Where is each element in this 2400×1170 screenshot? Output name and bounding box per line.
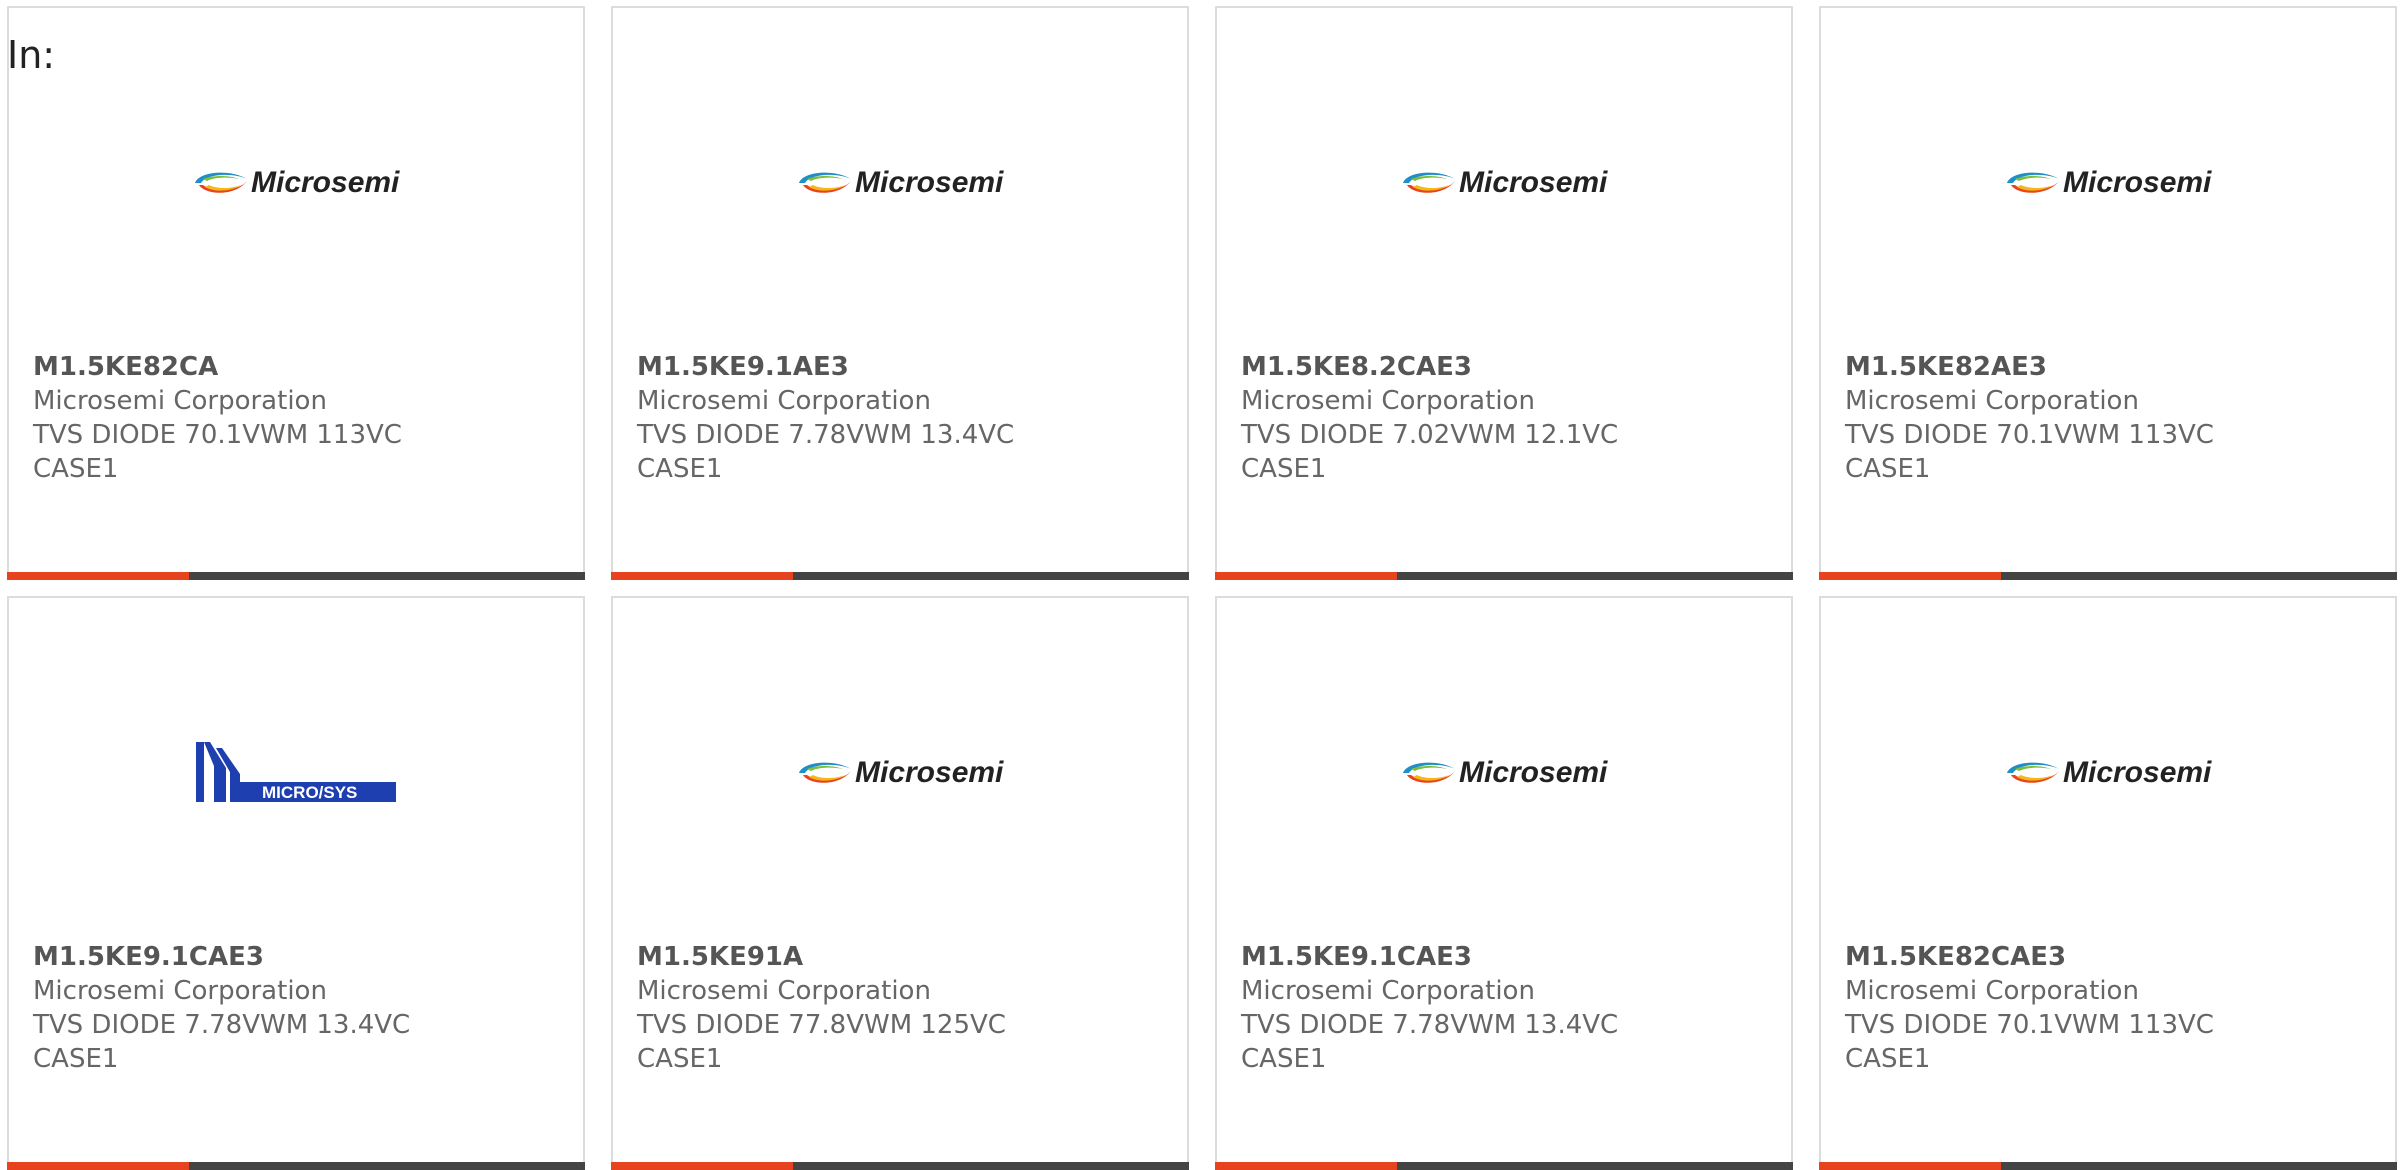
product-info: M1.5KE8.2CAE3 Microsemi Corporation TVS … [1241, 350, 1618, 486]
card-accent-bar [1215, 572, 1397, 580]
manufacturer-name: Microsemi Corporation [1845, 976, 2139, 1006]
product-card[interactable]: Microsemi M1.5KE82CA Microsemi Corporati… [7, 6, 585, 580]
card-accent-bar [7, 1162, 189, 1170]
part-number[interactable]: M1.5KE9.1CAE3 [33, 940, 410, 974]
card-footer-bar [1819, 1162, 2397, 1170]
product-card[interactable]: Microsemi M1.5KE9.1AE3 Microsemi Corpora… [611, 6, 1189, 580]
card-footer-bar [611, 572, 1189, 580]
svg-text:Microsemi: Microsemi [1459, 166, 1608, 199]
card-footer-bar [1215, 1162, 1793, 1170]
card-accent-bar [1819, 572, 2001, 580]
product-description: TVS DIODE 7.78VWM 13.4VC [1241, 1010, 1619, 1040]
manufacturer-name: Microsemi Corporation [33, 386, 327, 416]
card-footer-bar [7, 572, 585, 580]
product-info: M1.5KE9.1CAE3 Microsemi Corporation TVS … [1241, 940, 1618, 1076]
manufacturer-logo: Microsemi [613, 738, 1187, 808]
card-footer-bar [611, 1162, 1189, 1170]
product-info: M1.5KE91A Microsemi Corporation TVS DIOD… [637, 940, 1006, 1076]
card-accent-bar [1819, 1162, 2001, 1170]
microsemi-swirl-logo: Microsemi [1403, 166, 1608, 199]
part-number[interactable]: M1.5KE8.2CAE3 [1241, 350, 1618, 384]
product-info: M1.5KE82CA Microsemi Corporation TVS DIO… [33, 350, 402, 486]
microsemi-swirl-logo: Microsemi [2007, 166, 2212, 199]
card-footer-bar [1215, 572, 1793, 580]
product-card[interactable]: Microsemi M1.5KE82AE3 Microsemi Corporat… [1819, 6, 2397, 580]
microsemi-swirl-logo: Microsemi [799, 756, 1004, 789]
manufacturer-logo: Microsemi [1821, 738, 2395, 808]
package-name: CASE1 [33, 1044, 119, 1074]
part-number[interactable]: M1.5KE82CAE3 [1845, 940, 2214, 974]
product-card[interactable]: Microsemi M1.5KE91A Microsemi Corporatio… [611, 596, 1189, 1170]
part-number[interactable]: M1.5KE9.1AE3 [637, 350, 1014, 384]
package-name: CASE1 [1241, 454, 1327, 484]
part-number[interactable]: M1.5KE82CA [33, 350, 402, 384]
part-number[interactable]: M1.5KE9.1CAE3 [1241, 940, 1618, 974]
manufacturer-logo: Microsemi [1217, 148, 1791, 218]
product-description: TVS DIODE 7.78VWM 13.4VC [637, 420, 1015, 450]
product-info: M1.5KE82AE3 Microsemi Corporation TVS DI… [1845, 350, 2214, 486]
manufacturer-name: Microsemi Corporation [637, 976, 931, 1006]
product-card[interactable]: Microsemi M1.5KE82CAE3 Microsemi Corpora… [1819, 596, 2397, 1170]
package-name: CASE1 [1845, 454, 1931, 484]
card-footer-bar [1819, 572, 2397, 580]
product-description: TVS DIODE 70.1VWM 113VC [1845, 1010, 2214, 1040]
card-accent-bar [611, 1162, 793, 1170]
svg-text:Microsemi: Microsemi [251, 166, 400, 199]
card-footer-bar [7, 1162, 585, 1170]
manufacturer-logo: Microsemi [613, 148, 1187, 218]
product-description: TVS DIODE 70.1VWM 113VC [1845, 420, 2214, 450]
manufacturer-name: Microsemi Corporation [1845, 386, 2139, 416]
product-description: TVS DIODE 7.78VWM 13.4VC [33, 1010, 411, 1040]
svg-text:Microsemi: Microsemi [855, 756, 1004, 789]
product-card[interactable]: MICRO/SYS M1.5KE9.1CAE3 Microsemi Corpor… [7, 596, 585, 1170]
part-number[interactable]: M1.5KE91A [637, 940, 1006, 974]
manufacturer-name: Microsemi Corporation [1241, 386, 1535, 416]
microsemi-swirl-logo: Microsemi [2007, 756, 2212, 789]
package-name: CASE1 [637, 454, 723, 484]
product-info: M1.5KE82CAE3 Microsemi Corporation TVS D… [1845, 940, 2214, 1076]
card-accent-bar [1215, 1162, 1397, 1170]
manufacturer-logo: Microsemi [1821, 148, 2395, 218]
package-name: CASE1 [1845, 1044, 1931, 1074]
product-description: TVS DIODE 7.02VWM 12.1VC [1241, 420, 1619, 450]
manufacturer-logo: MICRO/SYS [9, 738, 583, 808]
manufacturer-logo: Microsemi [9, 148, 583, 218]
microsemi-swirl-logo: Microsemi [195, 166, 400, 199]
package-name: CASE1 [637, 1044, 723, 1074]
package-name: CASE1 [33, 454, 119, 484]
card-accent-bar [611, 572, 793, 580]
product-info: M1.5KE9.1AE3 Microsemi Corporation TVS D… [637, 350, 1014, 486]
microsys-logo: MICRO/SYS [196, 742, 396, 802]
product-description: TVS DIODE 70.1VWM 113VC [33, 420, 402, 450]
card-accent-bar [7, 572, 189, 580]
manufacturer-name: Microsemi Corporation [33, 976, 327, 1006]
product-card[interactable]: Microsemi M1.5KE9.1CAE3 Microsemi Corpor… [1215, 596, 1793, 1170]
part-number[interactable]: M1.5KE82AE3 [1845, 350, 2214, 384]
svg-text:Microsemi: Microsemi [2063, 756, 2212, 789]
product-grid: Microsemi M1.5KE82CA Microsemi Corporati… [7, 6, 2397, 1170]
svg-text:MICRO/SYS: MICRO/SYS [262, 783, 357, 802]
manufacturer-name: Microsemi Corporation [1241, 976, 1535, 1006]
svg-text:Microsemi: Microsemi [2063, 166, 2212, 199]
svg-text:Microsemi: Microsemi [1459, 756, 1608, 789]
manufacturer-logo: Microsemi [1217, 738, 1791, 808]
product-info: M1.5KE9.1CAE3 Microsemi Corporation TVS … [33, 940, 410, 1076]
microsemi-swirl-logo: Microsemi [799, 166, 1004, 199]
product-card[interactable]: Microsemi M1.5KE8.2CAE3 Microsemi Corpor… [1215, 6, 1793, 580]
section-heading: In: [7, 33, 56, 77]
svg-text:Microsemi: Microsemi [855, 166, 1004, 199]
product-description: TVS DIODE 77.8VWM 125VC [637, 1010, 1006, 1040]
microsemi-swirl-logo: Microsemi [1403, 756, 1608, 789]
package-name: CASE1 [1241, 1044, 1327, 1074]
manufacturer-name: Microsemi Corporation [637, 386, 931, 416]
